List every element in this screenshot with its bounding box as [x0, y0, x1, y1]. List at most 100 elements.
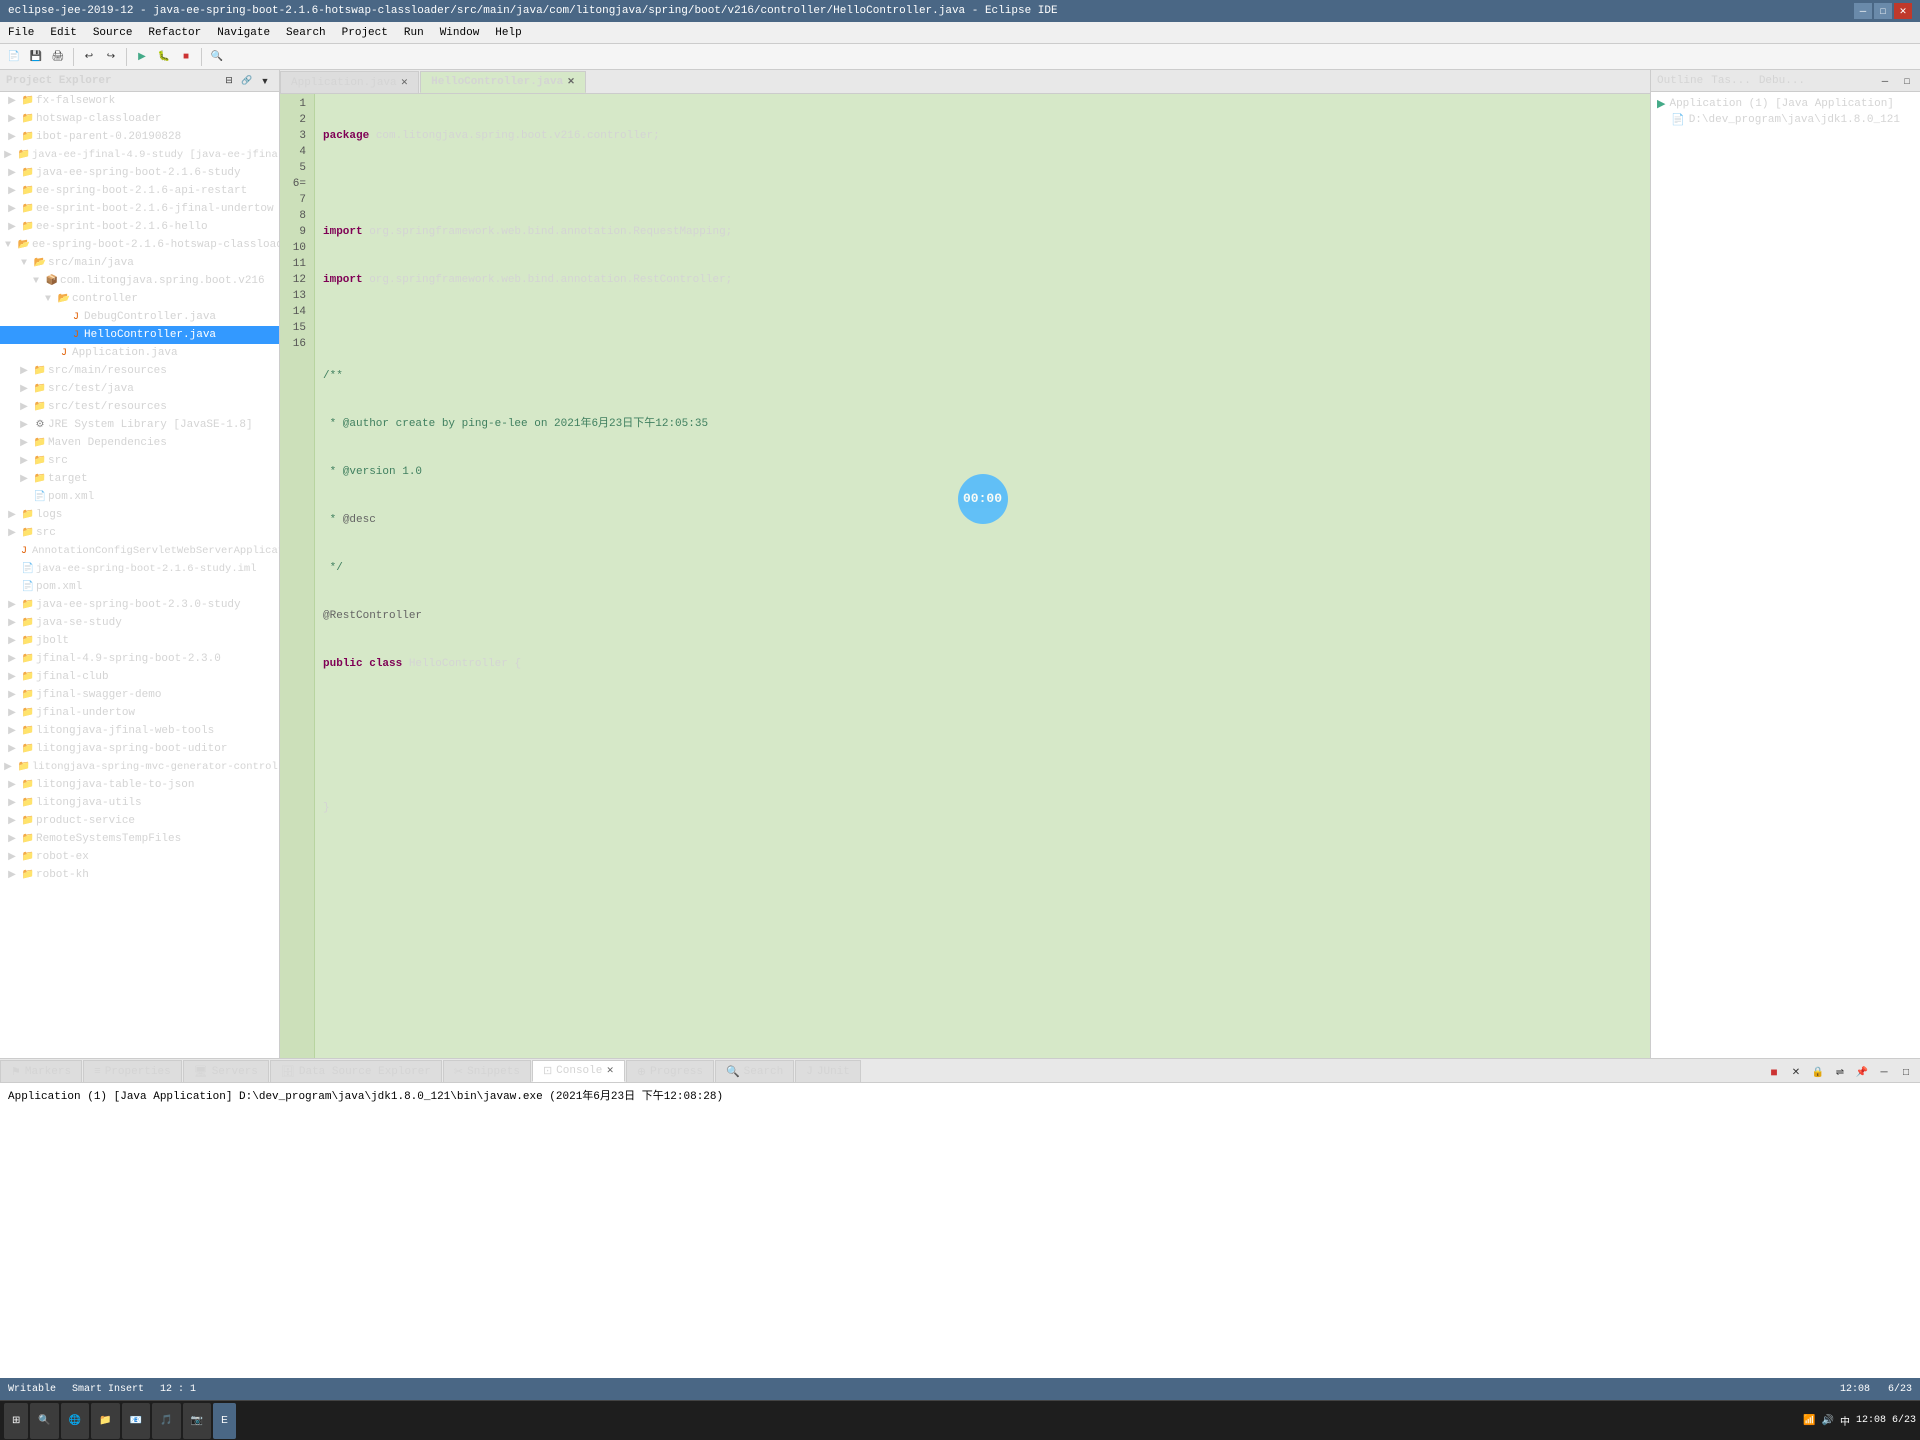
eclipse-button[interactable]: E: [213, 1403, 236, 1439]
search-toolbar-button[interactable]: 🔍: [207, 47, 227, 67]
tab-progress[interactable]: ⊕ Progress: [626, 1060, 714, 1082]
debug-button[interactable]: 🐛: [154, 47, 174, 67]
tab-close-hello[interactable]: ✕: [567, 77, 575, 87]
camera-button[interactable]: 📷: [183, 1403, 211, 1439]
tree-item-robot-ex[interactable]: ▶📁robot-ex: [0, 848, 279, 866]
console-scroll-lock[interactable]: 🔒: [1808, 1062, 1828, 1082]
console-stop-btn[interactable]: ■: [1764, 1062, 1784, 1082]
tree-item-jfinal-undertow[interactable]: ▶📁ee-sprint-boot-2.1.6-jfinal-undertow: [0, 200, 279, 218]
menu-source[interactable]: Source: [85, 25, 141, 41]
tree-item-hello-controller[interactable]: JHelloController.java: [0, 326, 279, 344]
rp-item-jdk[interactable]: 📄 D:\dev_program\java\jdk1.8.0_121: [1655, 112, 1916, 128]
menu-window[interactable]: Window: [432, 25, 488, 41]
close-button[interactable]: ✕: [1894, 3, 1912, 19]
rp-maximize[interactable]: □: [1900, 74, 1914, 88]
pe-link-editor[interactable]: 🔗: [239, 73, 255, 89]
search-taskbar-button[interactable]: 🔍: [30, 1403, 58, 1439]
console-clear-btn[interactable]: ✕: [1786, 1062, 1806, 1082]
tree-item-jfinal-swagger[interactable]: ▶📁jfinal-swagger-demo: [0, 686, 279, 704]
new-button[interactable]: 📄: [4, 47, 24, 67]
save-button[interactable]: 💾: [26, 47, 46, 67]
start-button[interactable]: ⊞: [4, 1403, 28, 1439]
tab-datasource[interactable]: 🗄 Data Source Explorer: [270, 1060, 442, 1082]
mail-button[interactable]: 📧: [122, 1403, 150, 1439]
tab-snippets[interactable]: ✂ Snippets: [443, 1060, 531, 1082]
menu-run[interactable]: Run: [396, 25, 432, 41]
tree-item-litong-table[interactable]: ▶📁litongjava-table-to-json: [0, 776, 279, 794]
tree-item-litong-uditor[interactable]: ▶📁litongjava-spring-boot-uditor: [0, 740, 279, 758]
files-button[interactable]: 📁: [91, 1403, 119, 1439]
run-button[interactable]: ▶: [132, 47, 152, 67]
tree-item-litong-mvc[interactable]: ▶📁litongjava-spring-mvc-generator-contro…: [0, 758, 279, 776]
tab-properties[interactable]: ≡ Properties: [83, 1060, 182, 1082]
tab-servers[interactable]: 🖥 Servers: [183, 1060, 269, 1082]
pe-collapse-all[interactable]: ⊟: [221, 73, 237, 89]
menu-search[interactable]: Search: [278, 25, 334, 41]
tab-console-close[interactable]: ✕: [606, 1066, 614, 1076]
tree-item-jre[interactable]: ▶⚙JRE System Library [JavaSE-1.8]: [0, 416, 279, 434]
tree-item-hotswap-main[interactable]: ▼📂ee-spring-boot-2.1.6-hotswap-classload…: [0, 236, 279, 254]
tree-item-pom[interactable]: 📄pom.xml: [0, 488, 279, 506]
restore-button[interactable]: □: [1874, 3, 1892, 19]
tab-search[interactable]: 🔍 Search: [715, 1060, 794, 1082]
tree-item-spring216study[interactable]: ▶📁java-ee-spring-boot-2.1.6-study: [0, 164, 279, 182]
tree-item-jfinal49[interactable]: ▶📁java-ee-jfinal-4.9-study [java-ee-jfin…: [0, 146, 279, 164]
tab-junit[interactable]: J JUnit: [795, 1060, 861, 1082]
tree-item-annotation[interactable]: JAnnotationConfigServletWebServerApplica…: [0, 542, 279, 560]
tree-item-jbolt[interactable]: ▶📁jbolt: [0, 632, 279, 650]
menu-file[interactable]: File: [0, 25, 42, 41]
tree-item-src-test-java[interactable]: ▶📁src/test/java: [0, 380, 279, 398]
pe-menu[interactable]: ▼: [257, 73, 273, 89]
tree-item-robot-kh[interactable]: ▶📁robot-kh: [0, 866, 279, 884]
redo-button[interactable]: ↪: [101, 47, 121, 67]
menu-refactor[interactable]: Refactor: [140, 25, 209, 41]
browser-button[interactable]: 🌐: [61, 1403, 89, 1439]
tab-application[interactable]: Application.java ✕: [280, 71, 419, 93]
tree-item-product[interactable]: ▶📁product-service: [0, 812, 279, 830]
menu-navigate[interactable]: Navigate: [209, 25, 278, 41]
rp-tab-task[interactable]: Tas...: [1711, 75, 1751, 87]
tab-console[interactable]: ⊡ Console ✕: [532, 1060, 625, 1082]
bottom-max[interactable]: □: [1896, 1062, 1916, 1082]
rp-minimize[interactable]: ─: [1878, 74, 1892, 88]
tab-close-application[interactable]: ✕: [401, 78, 409, 88]
tree-item-src-test-res[interactable]: ▶📁src/test/resources: [0, 398, 279, 416]
tab-markers[interactable]: ⚑ Markers: [0, 1060, 82, 1082]
tree-item-hello[interactable]: ▶📁ee-sprint-boot-2.1.6-hello: [0, 218, 279, 236]
tree-item-src-main-java[interactable]: ▼📂src/main/java: [0, 254, 279, 272]
tree-item-package[interactable]: ▼📦com.litongjava.spring.boot.v216: [0, 272, 279, 290]
bottom-min[interactable]: ─: [1874, 1062, 1894, 1082]
tree-item-target[interactable]: ▶📁target: [0, 470, 279, 488]
tree-item-spring230[interactable]: ▶📁java-ee-spring-boot-2.3.0-study: [0, 596, 279, 614]
menu-edit[interactable]: Edit: [42, 25, 84, 41]
tree-item-ibot[interactable]: ▶📁ibot-parent-0.20190828: [0, 128, 279, 146]
tree-item-jfinal-club[interactable]: ▶📁jfinal-club: [0, 668, 279, 686]
rp-tab-outline[interactable]: Outline: [1657, 75, 1703, 87]
tree-item-pom2[interactable]: 📄pom.xml: [0, 578, 279, 596]
tree-item-src2[interactable]: ▶📁src: [0, 524, 279, 542]
minimize-button[interactable]: ─: [1854, 3, 1872, 19]
tree-item-api-restart[interactable]: ▶📁ee-spring-boot-2.1.6-api-restart: [0, 182, 279, 200]
tree-item-litong-web[interactable]: ▶📁litongjava-jfinal-web-tools: [0, 722, 279, 740]
menu-help[interactable]: Help: [487, 25, 529, 41]
tree-item-iml[interactable]: 📄java-ee-spring-boot-2.1.6-study.iml: [0, 560, 279, 578]
tree-item-jfinal-undertow2[interactable]: ▶📁jfinal-undertow: [0, 704, 279, 722]
tree-item-hotswap[interactable]: ▶📁hotswap-classloader: [0, 110, 279, 128]
tree-item-debug-controller[interactable]: JDebugController.java: [0, 308, 279, 326]
stop-button[interactable]: ■: [176, 47, 196, 67]
print-button[interactable]: 🖨: [48, 47, 68, 67]
tree-item-fx-falsework[interactable]: ▶📁fx-falsework: [0, 92, 279, 110]
undo-button[interactable]: ↩: [79, 47, 99, 67]
console-pin[interactable]: 📌: [1852, 1062, 1872, 1082]
menu-project[interactable]: Project: [334, 25, 396, 41]
tree-item-logs[interactable]: ▶📁logs: [0, 506, 279, 524]
tree-item-src[interactable]: ▶📁src: [0, 452, 279, 470]
tree-item-controller-folder[interactable]: ▼📂controller: [0, 290, 279, 308]
music-button[interactable]: 🎵: [152, 1403, 180, 1439]
tree-item-remote[interactable]: ▶📁RemoteSystemsTempFiles: [0, 830, 279, 848]
tree-item-java-se[interactable]: ▶📁java-se-study: [0, 614, 279, 632]
tree-item-src-main-res[interactable]: ▶📁src/main/resources: [0, 362, 279, 380]
tree-item-jfinal49b[interactable]: ▶📁jfinal-4.9-spring-boot-2.3.0: [0, 650, 279, 668]
rp-tab-debug[interactable]: Debu...: [1759, 75, 1805, 87]
tab-hello-controller[interactable]: HelloController.java ✕: [420, 71, 586, 93]
